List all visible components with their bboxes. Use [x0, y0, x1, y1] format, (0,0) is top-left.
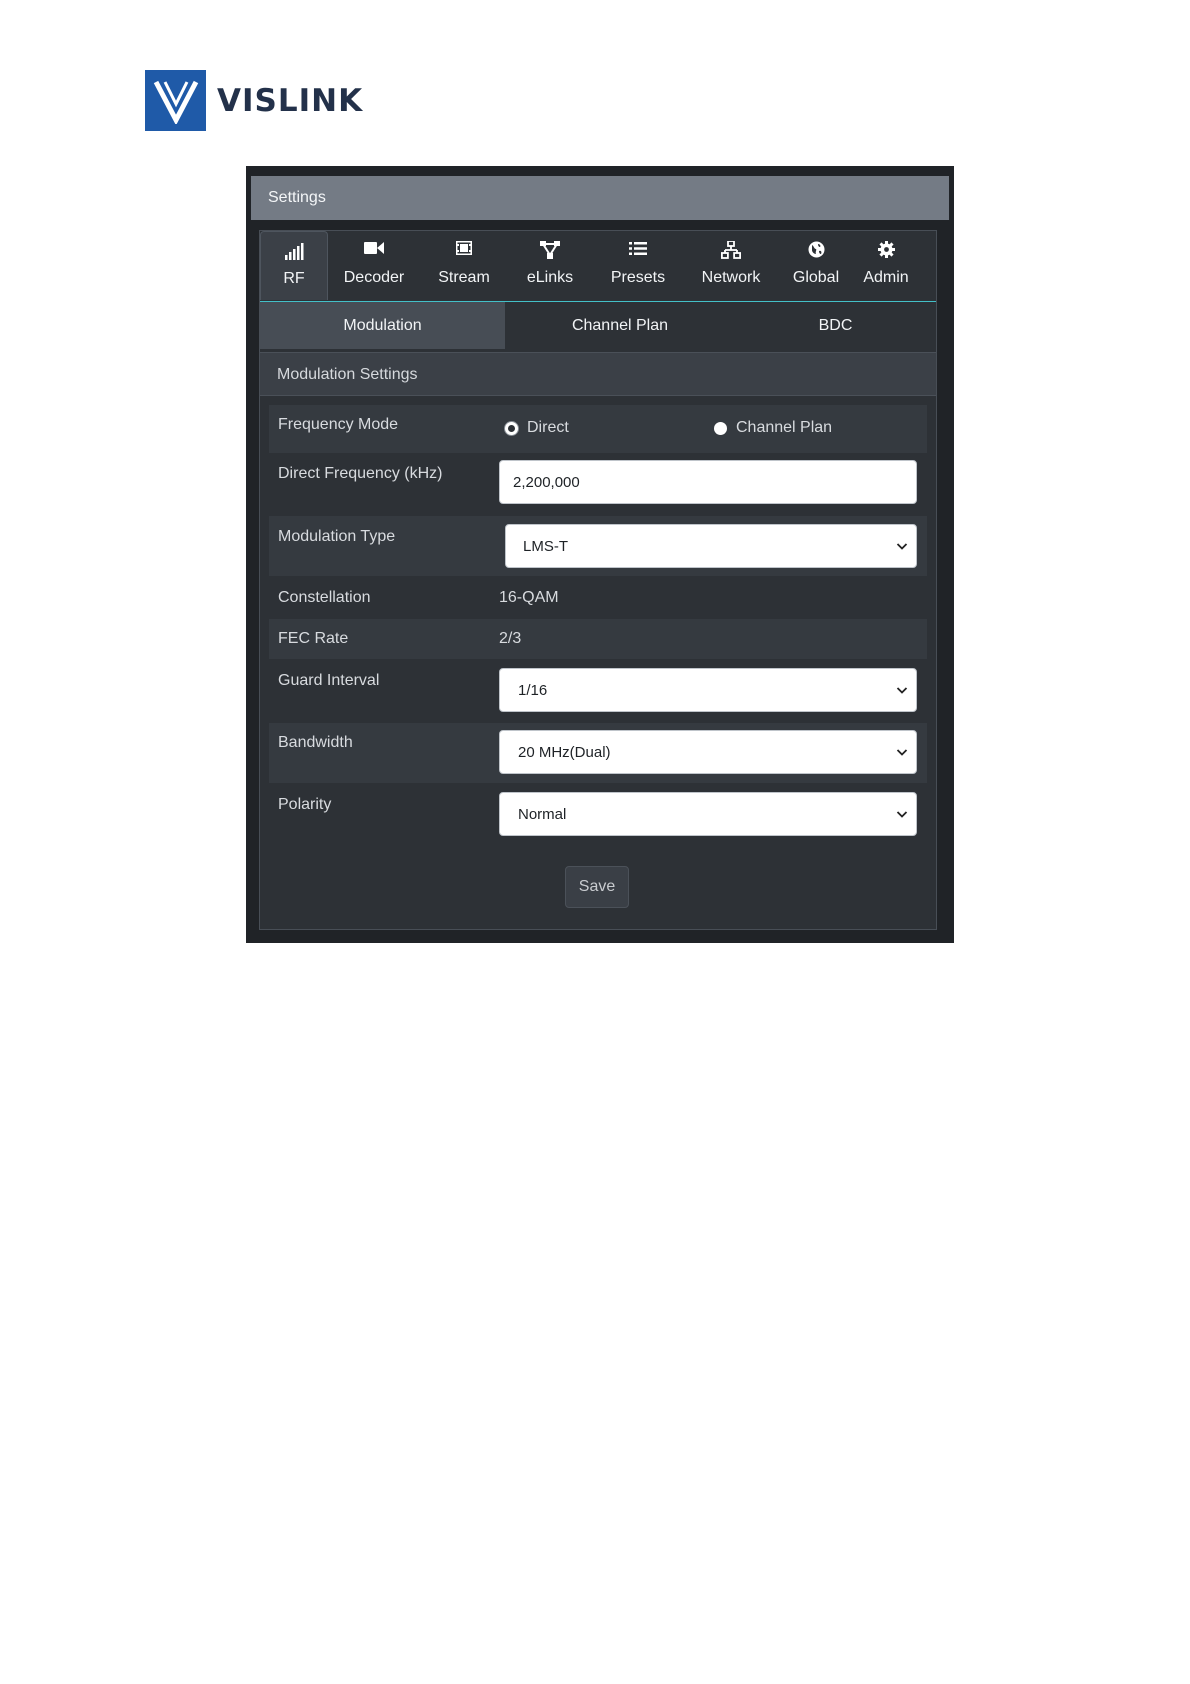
modulation-type-label: Modulation Type — [278, 528, 396, 545]
nav-tab-stream[interactable]: Stream — [420, 231, 508, 300]
chevron-down-icon — [896, 538, 908, 555]
signal-bars-icon — [261, 242, 327, 268]
modulation-type-row: Modulation Type LMS-T — [269, 516, 927, 576]
modulation-type-select[interactable]: LMS-T — [505, 524, 917, 568]
settings-nav: RF Decoder Stream eLinks Presets Network… — [260, 231, 936, 302]
constellation-row: Constellation 16-QAM — [269, 578, 927, 618]
select-value: LMS-T — [523, 537, 568, 555]
polarity-row: Polarity Normal — [269, 785, 927, 845]
nav-tab-label: eLinks — [526, 269, 574, 286]
film-icon — [420, 241, 508, 267]
nav-tab-label: Decoder — [343, 269, 405, 286]
select-value: 1/16 — [518, 681, 548, 699]
radio-label: Direct — [527, 419, 569, 436]
frequency-mode-row: Frequency Mode Direct Channel Plan — [269, 405, 927, 453]
nav-tab-label: Presets — [610, 269, 666, 286]
radio-label: Channel Plan — [736, 419, 833, 436]
settings-window: Settings RF Decoder Stream eLinks Preset… — [246, 166, 954, 943]
frequency-mode-channel-plan-radio[interactable]: Channel Plan — [714, 419, 832, 437]
polarity-label: Polarity — [278, 796, 332, 813]
guard-interval-label: Guard Interval — [278, 672, 380, 689]
gear-icon — [852, 241, 920, 267]
nav-tab-global[interactable]: Global — [780, 231, 852, 300]
nav-tab-decoder[interactable]: Decoder — [330, 231, 418, 300]
direct-frequency-label: Direct Frequency (kHz) — [278, 465, 443, 482]
guard-interval-row: Guard Interval 1/16 — [269, 661, 927, 721]
settings-card: RF Decoder Stream eLinks Presets Network… — [259, 230, 937, 930]
nav-tab-label: Admin — [863, 269, 909, 286]
fec-rate-row: FEC Rate 2/3 — [269, 619, 927, 659]
settings-window-title: Settings — [251, 176, 949, 220]
nav-tab-label: RF — [283, 270, 305, 287]
bandwidth-select[interactable]: 20 MHz(Dual) — [499, 730, 917, 774]
globe-icon — [780, 241, 852, 267]
network-icon — [682, 241, 780, 267]
select-value: 20 MHz(Dual) — [518, 743, 611, 761]
subtab-modulation[interactable]: Modulation — [260, 302, 505, 349]
constellation-label: Constellation — [278, 589, 371, 606]
nav-tab-presets[interactable]: Presets — [594, 231, 682, 300]
nav-tab-network[interactable]: Network — [682, 231, 780, 300]
video-camera-icon — [330, 241, 418, 267]
direct-frequency-row: Direct Frequency (kHz) 2,200,000 — [269, 455, 927, 513]
subtab-bdc[interactable]: BDC — [735, 302, 936, 349]
polarity-select[interactable]: Normal — [499, 792, 917, 836]
chevron-down-icon — [896, 682, 908, 699]
select-value: Normal — [518, 805, 567, 823]
constellation-value: 16-QAM — [499, 589, 559, 606]
save-button[interactable]: Save — [565, 866, 629, 908]
fec-rate-value: 2/3 — [499, 630, 522, 647]
rf-subtabs: Modulation Channel Plan BDC — [260, 302, 936, 349]
list-icon — [594, 241, 682, 267]
subtab-channel-plan[interactable]: Channel Plan — [505, 302, 735, 349]
vislink-wordmark: VISLINK — [217, 82, 364, 119]
section-title: Modulation Settings — [260, 352, 936, 396]
fec-rate-label: FEC Rate — [278, 630, 349, 647]
nav-tab-elinks[interactable]: eLinks — [508, 231, 592, 300]
vislink-logo: VISLINK — [145, 70, 363, 131]
chevron-down-icon — [896, 806, 908, 823]
chevron-down-icon — [896, 744, 908, 761]
guard-interval-select[interactable]: 1/16 — [499, 668, 917, 712]
sitemap-icon — [508, 241, 592, 267]
bandwidth-label: Bandwidth — [278, 734, 353, 751]
frequency-mode-direct-radio[interactable]: Direct — [505, 419, 569, 437]
frequency-mode-label: Frequency Mode — [278, 416, 399, 433]
nav-tab-admin[interactable]: Admin — [852, 231, 920, 300]
nav-tab-label: Network — [701, 269, 761, 286]
vislink-logo-mark — [145, 70, 206, 131]
radio-unchecked-icon — [714, 421, 727, 435]
nav-tab-rf[interactable]: RF — [260, 231, 328, 300]
radio-checked-icon — [505, 421, 518, 435]
nav-tab-label: Global — [792, 269, 840, 286]
direct-frequency-input[interactable]: 2,200,000 — [499, 460, 917, 504]
nav-tab-label: Stream — [438, 269, 490, 286]
bandwidth-row: Bandwidth 20 MHz(Dual) — [269, 723, 927, 783]
